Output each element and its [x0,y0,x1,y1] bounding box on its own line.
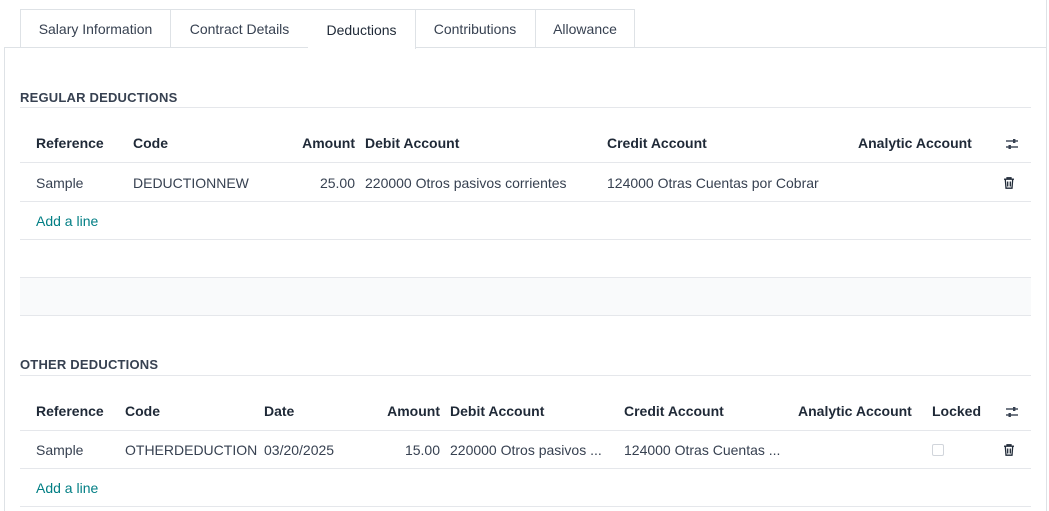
other-row-divider [20,468,1031,469]
sliders-icon[interactable] [1004,404,1020,420]
regular-empty-row-band [20,278,1031,315]
regular-empty-row-top [20,277,1031,278]
regular-row-amount[interactable]: 25.00 [280,175,355,191]
other-title-divider [20,375,1031,376]
regular-col-debit-account[interactable]: Debit Account [365,135,459,151]
tab-contributions[interactable]: Contributions [415,9,536,47]
other-header-divider [20,430,1031,431]
regular-col-credit-account[interactable]: Credit Account [607,135,707,151]
regular-title-divider [20,107,1031,108]
regular-row-debit[interactable]: 220000 Otros pasivos corrientes [365,175,567,191]
other-col-locked[interactable]: Locked [932,403,981,419]
regular-row-divider [20,201,1031,202]
panel-right-border [1046,0,1047,511]
regular-row-code[interactable]: DEDUCTIONNEW [133,175,249,191]
regular-deductions-title: REGULAR DEDUCTIONS [20,90,178,105]
other-row-locked-checkbox[interactable] [932,444,944,456]
other-col-debit-account[interactable]: Debit Account [450,403,544,419]
panel-left-border [4,47,5,511]
regular-col-analytic-account[interactable]: Analytic Account [858,135,972,151]
other-col-code[interactable]: Code [125,403,160,419]
regular-header-divider [20,162,1031,163]
other-col-date[interactable]: Date [264,403,294,419]
trash-icon[interactable] [1002,443,1018,459]
other-col-amount[interactable]: Amount [370,403,440,419]
regular-empty-row-bottom [20,315,1031,316]
regular-col-code[interactable]: Code [133,135,168,151]
other-col-reference[interactable]: Reference [36,403,104,419]
regular-col-amount[interactable]: Amount [280,135,355,151]
regular-row-reference[interactable]: Sample [36,175,83,191]
tabs-baseline [4,47,1047,48]
tab-deductions[interactable]: Deductions [308,9,416,49]
tab-contract-details[interactable]: Contract Details [171,9,309,47]
tab-allowance[interactable]: Allowance [536,9,635,47]
regular-col-reference[interactable]: Reference [36,135,104,151]
other-row-credit[interactable]: 124000 Otras Cuentas ... [624,442,780,458]
other-col-credit-account[interactable]: Credit Account [624,403,724,419]
other-deductions-title: OTHER DEDUCTIONS [20,357,159,372]
sliders-icon[interactable] [1004,136,1020,152]
other-row-amount[interactable]: 15.00 [370,442,440,458]
regular-addline-divider [20,239,1031,240]
regular-row-credit[interactable]: 124000 Otras Cuentas por Cobrar [607,175,819,191]
other-add-line-link[interactable]: Add a line [36,480,98,496]
other-row-date[interactable]: 03/20/2025 [264,442,334,458]
other-row-debit[interactable]: 220000 Otros pasivos ... [450,442,602,458]
other-row-code[interactable]: OTHERDEDUCTION [125,442,257,458]
trash-icon[interactable] [1002,176,1018,192]
regular-add-line-link[interactable]: Add a line [36,213,98,229]
other-addline-divider [20,506,1031,507]
other-row-reference[interactable]: Sample [36,442,83,458]
tab-salary-information[interactable]: Salary Information [20,9,171,47]
other-col-analytic-account[interactable]: Analytic Account [798,403,912,419]
